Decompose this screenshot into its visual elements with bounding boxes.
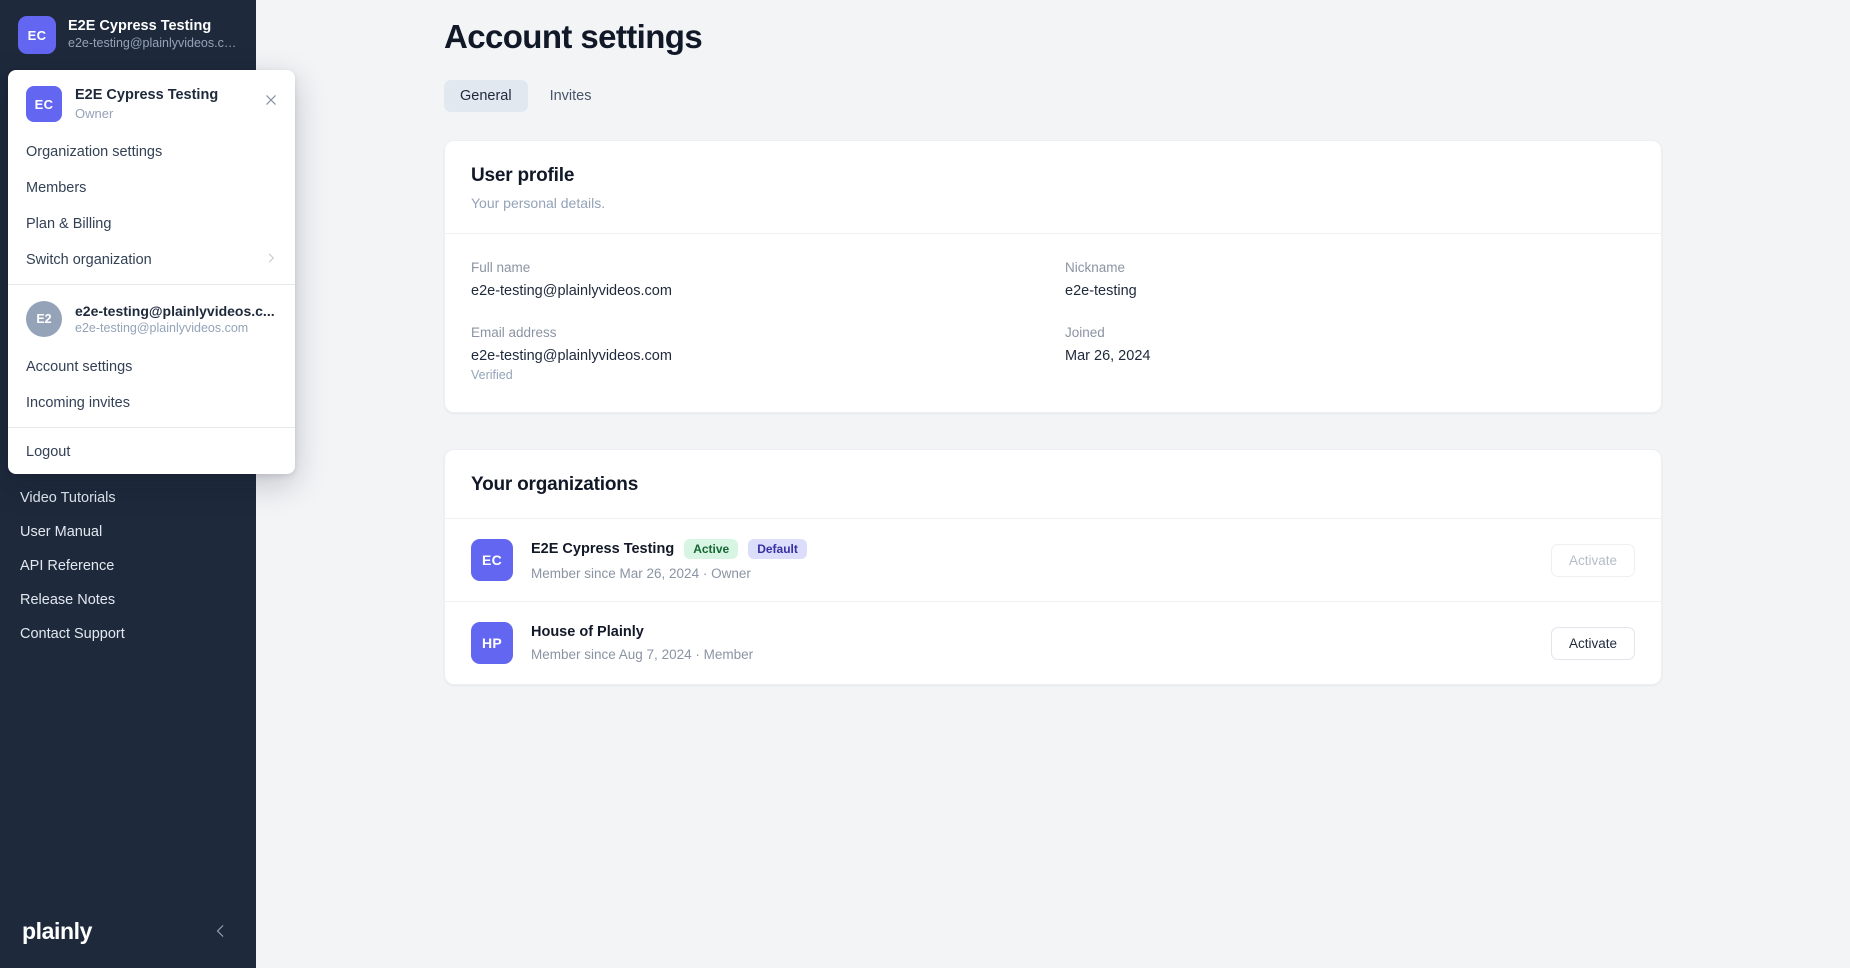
field-value: Mar 26, 2024 [1065,348,1151,364]
dropdown-org-header-text: E2E Cypress Testing Owner [75,86,218,122]
sidebar-item-release-notes[interactable]: Release Notes [0,583,256,617]
dropdown-item-label: Organization settings [26,144,163,161]
organization-meta: Member since Mar 26, 2024 · Owner [531,566,751,581]
organization-info: House of Plainly Member since Aug 7, 202… [531,624,1551,662]
dropdown-item-label: Plan & Billing [26,216,112,233]
sidebar-item-video-tutorials[interactable]: Video Tutorials [0,481,256,515]
page-title: Account settings [444,18,703,55]
organization-info: E2E Cypress Testing Active Default Membe… [531,539,1551,581]
dropdown-item-label: Logout [26,444,71,461]
field-label: Joined [1065,325,1105,340]
sidebar-org-switcher[interactable]: EC E2E Cypress Testing e2e-testing@plain… [0,0,256,68]
organization-title-line: House of Plainly [531,624,1551,640]
app-root: EC E2E Cypress Testing e2e-testing@plain… [0,0,1850,968]
close-icon[interactable] [261,90,281,110]
organization-meta: Member since Aug 7, 2024 · Member [531,647,754,662]
table-row: EC E2E Cypress Testing Active Default Me… [445,519,1661,602]
dropdown-item-label: Switch organization [26,252,152,269]
dropdown-item-logout[interactable]: Logout [8,434,295,474]
dropdown-item-plan-and-billing[interactable]: Plan & Billing [8,206,295,242]
avatar: EC [471,539,513,581]
avatar: EC [26,86,62,123]
field-label: Nickname [1065,260,1126,275]
tab-general[interactable]: General [444,80,528,112]
dropdown-item-organization-settings[interactable]: Organization settings [8,134,295,170]
organizations-card-header: Your organizations [445,450,1661,519]
sidebar-footer: plainly [0,894,256,968]
avatar: HP [471,622,513,664]
dropdown-org-name: E2E Cypress Testing [75,87,219,103]
user-profile-fields: Full name e2e-testing@plainlyvideos.com … [445,234,1661,412]
sidebar-org-text: E2E Cypress Testing e2e-testing@plainlyv… [68,17,238,53]
field-joined: Joined Mar 26, 2024 [1065,325,1635,382]
field-value: e2e-testing@plainlyvideos.com [471,283,672,299]
default-badge: Default [748,539,807,559]
chevron-left-icon[interactable] [208,918,234,944]
dropdown-org-role: Owner [75,105,114,121]
plainly-logo: plainly [22,917,93,944]
field-label: Email address [471,325,557,340]
field-note-verified: Verified [471,368,513,382]
divider [8,284,295,286]
field-email-address: Email address e2e-testing@plainlyvideos.… [471,325,1041,382]
activate-button[interactable]: Activate [1550,626,1635,660]
divider [8,427,295,429]
organization-title-line: E2E Cypress Testing Active Default [531,539,1551,559]
field-value: e2e-testing [1065,283,1137,299]
avatar: E2 [26,301,62,338]
sidebar-item-contact-support[interactable]: Contact Support [0,617,256,651]
sidebar-org-email: e2e-testing@plainlyvideos.com [68,36,238,51]
sidebar-resources-section: RESOURCES Video Tutorials User Manual AP… [0,455,256,651]
dropdown-item-label: Account settings [26,359,133,376]
field-nickname: Nickname e2e-testing [1065,260,1635,299]
activate-button: Activate [1550,543,1635,577]
avatar: EC [18,16,56,54]
dropdown-item-label: Members [26,180,87,197]
dropdown-item-incoming-invites[interactable]: Incoming invites [8,385,295,421]
sidebar-org-name: E2E Cypress Testing [68,18,212,35]
card-title: Your organizations [471,474,639,495]
dropdown-item-label: Incoming invites [26,395,130,412]
dropdown-user-text: e2e-testing@plainlyvideos.c... e2e-testi… [75,302,275,337]
dropdown-item-account-settings[interactable]: Account settings [8,349,295,385]
account-dropdown-menu: EC E2E Cypress Testing Owner Organizatio… [8,70,295,475]
chevron-right-icon [265,252,277,268]
main-content: Account settings General Invites User pr… [256,0,1850,968]
table-row: HP House of Plainly Member since Aug 7, … [445,602,1661,684]
dropdown-user-email: e2e-testing@plainlyvideos.com [75,321,249,336]
dropdown-user-header[interactable]: E2 e2e-testing@plainlyvideos.c... e2e-te… [8,291,295,349]
tab-invites[interactable]: Invites [534,80,608,112]
sidebar-item-user-manual[interactable]: User Manual [0,515,256,549]
sidebar-item-api-reference[interactable]: API Reference [0,549,256,583]
organizations-card: Your organizations EC E2E Cypress Testin… [444,449,1662,685]
field-value: e2e-testing@plainlyvideos.com [471,348,672,364]
field-label: Full name [471,260,531,275]
organization-name: House of Plainly [531,624,644,640]
user-profile-card: User profile Your personal details. Full… [444,140,1662,413]
dropdown-item-members[interactable]: Members [8,170,295,206]
field-full-name: Full name e2e-testing@plainlyvideos.com [471,260,1041,299]
card-title: User profile [471,165,575,186]
user-profile-card-header: User profile Your personal details. [445,141,1661,234]
tabs: General Invites [444,80,1850,112]
status-badge: Active [684,539,739,559]
dropdown-item-switch-organization[interactable]: Switch organization [8,242,295,278]
dropdown-org-header: EC E2E Cypress Testing Owner [8,76,295,134]
dropdown-user-name: e2e-testing@plainlyvideos.c... [75,302,275,319]
card-subtitle: Your personal details. [471,195,606,211]
organization-name: E2E Cypress Testing [531,541,675,557]
